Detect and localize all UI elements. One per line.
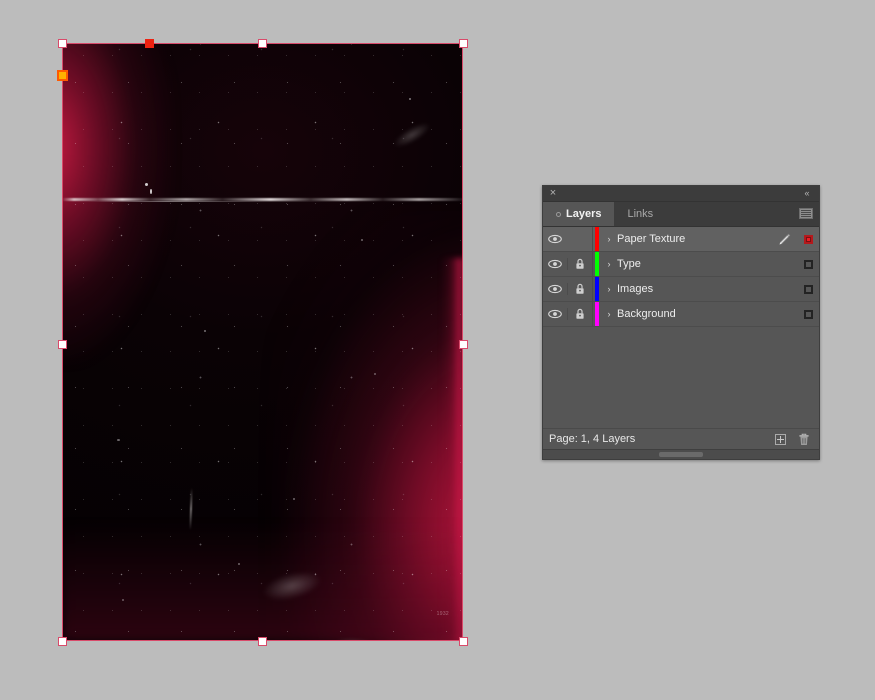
table-row[interactable]: › Background — [543, 302, 819, 327]
new-layer-button[interactable] — [771, 431, 789, 447]
handle-top-center-reference-point[interactable] — [145, 39, 154, 48]
delete-layer-button[interactable] — [795, 431, 813, 447]
eye-icon — [548, 259, 562, 269]
table-row[interactable]: › Images — [543, 277, 819, 302]
layer-target-indicator[interactable] — [797, 234, 819, 244]
layer-expand-arrow[interactable]: › — [602, 234, 616, 244]
horizontal-scrollbar[interactable] — [543, 449, 819, 459]
new-layer-icon — [774, 433, 786, 445]
handle-bottom-left[interactable] — [58, 637, 67, 646]
handle-middle-left[interactable] — [58, 340, 67, 349]
table-row[interactable]: › Paper Texture — [543, 227, 819, 252]
artwork-fleck — [374, 373, 376, 375]
layers-list[interactable]: › Paper Texture › Type › Images › Backgr… — [543, 227, 819, 428]
layer-visibility-toggle[interactable] — [543, 259, 567, 269]
artwork-fleck — [117, 439, 120, 441]
artwork-fleck — [409, 98, 411, 100]
scrollbar-thumb[interactable] — [658, 452, 704, 457]
layer-lock-toggle[interactable] — [567, 283, 592, 295]
layer-expand-arrow[interactable]: › — [602, 259, 616, 269]
layer-visibility-toggle[interactable] — [543, 284, 567, 294]
lock-icon — [576, 308, 584, 319]
layers-count-status: Page: 1, 4 Layers — [549, 433, 636, 445]
lock-icon — [576, 283, 584, 294]
handle-top-left[interactable] — [58, 39, 67, 48]
layer-color-swatch — [592, 277, 602, 301]
handle-bottom-center[interactable] — [258, 637, 267, 646]
layer-color-swatch — [592, 302, 602, 326]
artwork-fleck — [204, 330, 206, 332]
collapse-panel-icon[interactable]: « — [800, 187, 814, 199]
eye-icon — [548, 309, 562, 319]
layer-lock-toggle[interactable] — [567, 308, 592, 320]
eye-icon — [548, 284, 562, 294]
panel-menu-icon[interactable] — [799, 208, 813, 219]
panel-footer: Page: 1, 4 Layers — [543, 428, 819, 449]
active-layer-pen-icon — [771, 233, 797, 246]
layer-name-label[interactable]: Type — [616, 258, 771, 270]
layer-expand-arrow[interactable]: › — [602, 284, 616, 294]
panel-tab-bar[interactable]: Layers Links — [543, 202, 819, 227]
layer-lock-toggle[interactable] — [567, 258, 592, 270]
handle-bottom-right[interactable] — [459, 637, 468, 646]
handle-top-mid[interactable] — [258, 39, 267, 48]
layer-name-label[interactable]: Paper Texture — [616, 233, 771, 245]
artwork-fleck — [122, 599, 124, 601]
tab-links[interactable]: Links — [614, 202, 667, 226]
panel-titlebar[interactable]: × « — [543, 186, 819, 202]
layer-visibility-toggle[interactable] — [543, 309, 567, 319]
layer-name-label[interactable]: Images — [616, 283, 771, 295]
layer-color-swatch — [592, 227, 602, 251]
artwork-scratch-line-secondary — [86, 201, 359, 202]
handle-top-right[interactable] — [459, 39, 468, 48]
layer-visibility-toggle[interactable] — [543, 234, 567, 244]
table-row[interactable]: › Type — [543, 252, 819, 277]
pencil-icon — [778, 233, 790, 245]
layer-target-indicator[interactable] — [797, 309, 819, 319]
tab-layers-label: Layers — [566, 208, 602, 220]
tab-links-label: Links — [627, 208, 654, 220]
artwork-fleck — [238, 563, 240, 565]
tab-layers[interactable]: Layers — [543, 202, 615, 226]
content-grabber-icon[interactable] — [57, 70, 68, 81]
artwork-fleck — [145, 183, 148, 186]
layer-expand-arrow[interactable]: › — [602, 309, 616, 319]
layer-color-swatch — [592, 252, 602, 276]
layer-name-label[interactable]: Background — [616, 308, 771, 320]
artwork-fleck — [361, 239, 363, 241]
layer-target-indicator[interactable] — [797, 284, 819, 294]
artwork-fleck — [293, 498, 295, 500]
artwork-fleck — [150, 189, 152, 194]
layers-tab-dot-icon — [556, 211, 561, 217]
artwork-corner-text: 1932 — [436, 611, 449, 617]
trash-icon — [799, 433, 809, 445]
artwork-image-frame[interactable]: 1932 — [62, 43, 463, 641]
close-icon[interactable]: × — [547, 187, 559, 199]
lock-icon — [576, 258, 584, 269]
eye-icon — [548, 234, 562, 244]
layers-panel[interactable]: × « Layers Links › Paper Texture › Type … — [542, 185, 820, 460]
layer-target-indicator[interactable] — [797, 259, 819, 269]
handle-middle-right[interactable] — [459, 340, 468, 349]
